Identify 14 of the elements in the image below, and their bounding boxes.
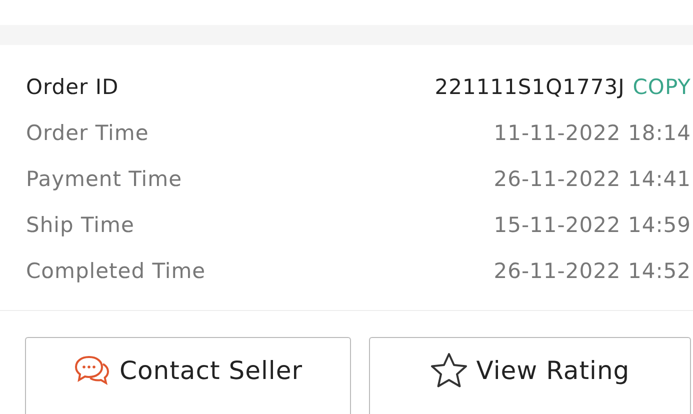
detail-value: 26-11-2022 14:52 xyxy=(494,259,691,283)
detail-label: Order ID xyxy=(26,75,120,99)
detail-label: Order Time xyxy=(26,121,150,145)
detail-label: Completed Time xyxy=(26,259,207,283)
detail-value: 11-11-2022 18:14 xyxy=(494,121,691,145)
action-button[interactable]: View Rating xyxy=(369,337,691,414)
detail-value: 221111S1Q1773J xyxy=(434,75,625,99)
detail-value: 15-11-2022 14:59 xyxy=(494,213,691,237)
action-button[interactable]: Contact Seller xyxy=(25,337,351,414)
chat-icon xyxy=(73,354,112,386)
detail-label: Payment Time xyxy=(26,167,184,191)
detail-value: 26-11-2022 14:41 xyxy=(494,167,691,191)
star-icon xyxy=(430,352,468,388)
detail-label: Ship Time xyxy=(26,213,136,237)
